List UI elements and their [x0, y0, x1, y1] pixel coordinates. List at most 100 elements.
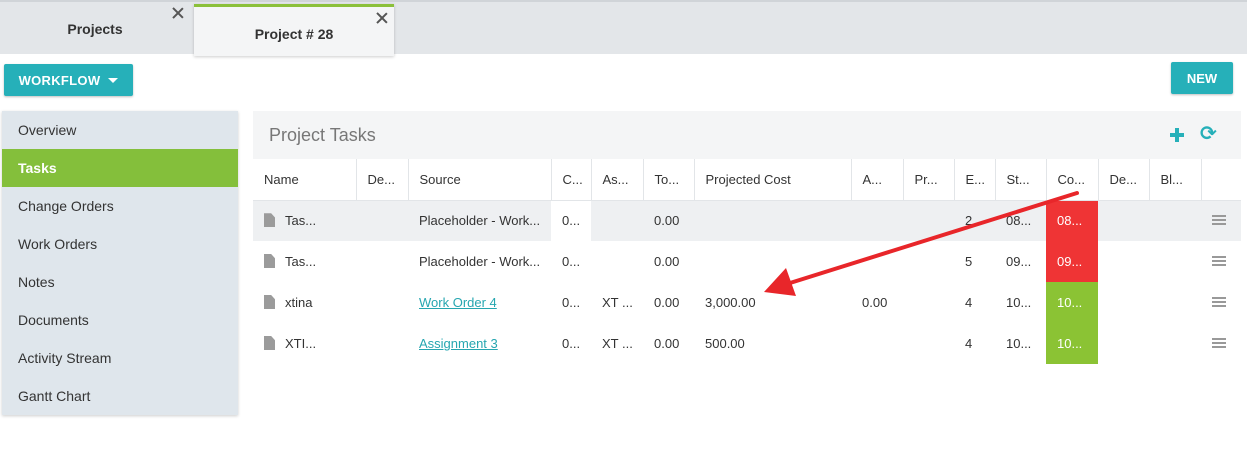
cell-as: XT ... [602, 336, 633, 351]
cell-to: 0.00 [654, 295, 680, 310]
panel-header: Project Tasks ⟳ [253, 111, 1241, 159]
cell-as [591, 200, 643, 241]
cell-as: XT ... [602, 295, 633, 310]
workflow-dropdown-button[interactable]: WORKFLOW [4, 64, 133, 96]
column-header[interactable]: E... [954, 159, 996, 201]
column-header[interactable]: Source [408, 159, 552, 201]
cell-de [356, 241, 408, 282]
cell-projected-cost [694, 241, 851, 282]
sidebar-item-overview[interactable]: Overview [2, 111, 238, 149]
plus-icon[interactable] [1170, 128, 1184, 142]
document-icon [264, 295, 275, 309]
cell-name[interactable]: XTI... [253, 323, 356, 364]
source-link-work-order-4[interactable]: Work Order 4 [419, 295, 497, 310]
document-icon [264, 213, 275, 228]
cell-c: 0... [562, 336, 581, 351]
hamburger-menu-icon[interactable] [1212, 338, 1226, 348]
project-tasks-panel: Project Tasks ⟳ Name De... Source C... A… [253, 111, 1241, 365]
column-header[interactable]: A... [851, 159, 904, 201]
cell-co: 10... [1046, 323, 1098, 364]
source-link-assignment-3[interactable]: Assignment 3 [419, 336, 498, 351]
cell-de2 [1098, 323, 1149, 364]
cell-name[interactable]: xtina [253, 282, 356, 323]
cell-actions [1201, 323, 1241, 364]
sidebar-item-change-orders[interactable]: Change Orders [2, 187, 238, 225]
column-header[interactable]: Bl... [1149, 159, 1202, 201]
column-header[interactable]: As... [591, 159, 644, 201]
cell-to: 0.00 [643, 200, 694, 241]
document-icon [264, 336, 275, 350]
cell-pr [903, 323, 954, 364]
document-icon [264, 254, 275, 268]
table-row[interactable]: Tas... Placeholder - Work... 0... 0.00 5… [253, 241, 1241, 282]
cell-as [591, 241, 643, 282]
refresh-icon[interactable]: ⟳ [1200, 124, 1217, 144]
cell-projected-cost [694, 200, 851, 241]
tab-projects[interactable]: Projects [0, 2, 190, 56]
cell-c: 0... [562, 254, 581, 269]
column-header[interactable]: Co... [1046, 159, 1099, 201]
cell-actions [1201, 200, 1241, 241]
cell-st: 09... [1006, 254, 1032, 269]
column-header-actions [1201, 159, 1241, 201]
cell-projected-cost: 3,000.00 [705, 295, 756, 310]
cell-to: 0.00 [654, 336, 680, 351]
cell-a [851, 241, 903, 282]
cell-de [356, 323, 408, 364]
panel-title: Project Tasks [269, 125, 376, 145]
close-icon[interactable] [171, 6, 185, 20]
cell-bl [1149, 282, 1201, 323]
column-header[interactable]: De... [356, 159, 409, 201]
sidebar-item-tasks[interactable]: Tasks [2, 149, 238, 187]
close-icon[interactable] [375, 11, 389, 25]
sidebar-item-activity-stream[interactable]: Activity Stream [2, 339, 238, 377]
cell-e: 4 [965, 336, 973, 351]
tab-projects-label: Projects [67, 21, 123, 37]
caret-down-icon [108, 77, 119, 83]
cell-a [851, 200, 903, 241]
sidebar-item-documents[interactable]: Documents [2, 301, 238, 339]
hamburger-menu-icon[interactable] [1212, 256, 1226, 266]
hamburger-menu-icon[interactable] [1212, 297, 1226, 307]
task-name: XTI... [285, 336, 317, 351]
cell-st: 10... [1006, 295, 1032, 310]
column-header[interactable]: De... [1098, 159, 1150, 201]
cell-source: Placeholder - Work... [408, 200, 551, 241]
sidebar-item-work-orders[interactable]: Work Orders [2, 225, 238, 263]
cell-name[interactable]: Tas... [253, 200, 356, 241]
column-header[interactable]: Name [253, 159, 357, 201]
column-header[interactable]: C... [551, 159, 592, 201]
tab-bar: Projects Project # 28 [0, 0, 1247, 56]
cell-a: 0.00 [862, 295, 888, 310]
cell-pr [903, 282, 954, 323]
workflow-label: WORKFLOW [18, 72, 101, 88]
tab-project-28[interactable]: Project # 28 [194, 4, 394, 56]
cell-source: Work Order 4 [408, 282, 551, 323]
sidebar-item-notes[interactable]: Notes [2, 263, 238, 301]
new-button[interactable]: NEW [1171, 62, 1233, 94]
task-name: Tas... [285, 254, 317, 269]
task-name: Tas... [285, 213, 317, 229]
table-header-row: Name De... Source C... As... To... Proje… [253, 159, 1241, 201]
cell-co: 08... [1046, 200, 1098, 241]
cell-source: Assignment 3 [408, 323, 551, 364]
cell-source: Placeholder - Work... [419, 254, 541, 269]
cell-projected-cost: 500.00 [705, 336, 745, 351]
cell-name[interactable]: Tas... [253, 241, 356, 282]
hamburger-menu-icon[interactable] [1212, 215, 1226, 226]
cell-bl [1149, 241, 1201, 282]
table-row[interactable]: Tas... Placeholder - Work... 0... 0.00 2… [253, 200, 1241, 241]
cell-pr [903, 200, 954, 241]
cell-bl [1149, 323, 1201, 364]
column-header[interactable]: Projected Cost [694, 159, 852, 201]
column-header[interactable]: Pr... [903, 159, 955, 201]
cell-actions [1201, 241, 1241, 282]
column-header[interactable]: To... [643, 159, 695, 201]
cell-a [851, 323, 903, 364]
column-header[interactable]: St... [995, 159, 1047, 201]
table-row[interactable]: xtina Work Order 4 0... XT ... 0.00 3,00… [253, 282, 1241, 323]
cell-c[interactable]: 0... [551, 200, 591, 241]
sidebar-item-gantt-chart[interactable]: Gantt Chart [2, 377, 238, 415]
cell-st: 10... [1006, 336, 1032, 351]
table-row[interactable]: XTI... Assignment 3 0... XT ... 0.00 500… [253, 323, 1241, 364]
